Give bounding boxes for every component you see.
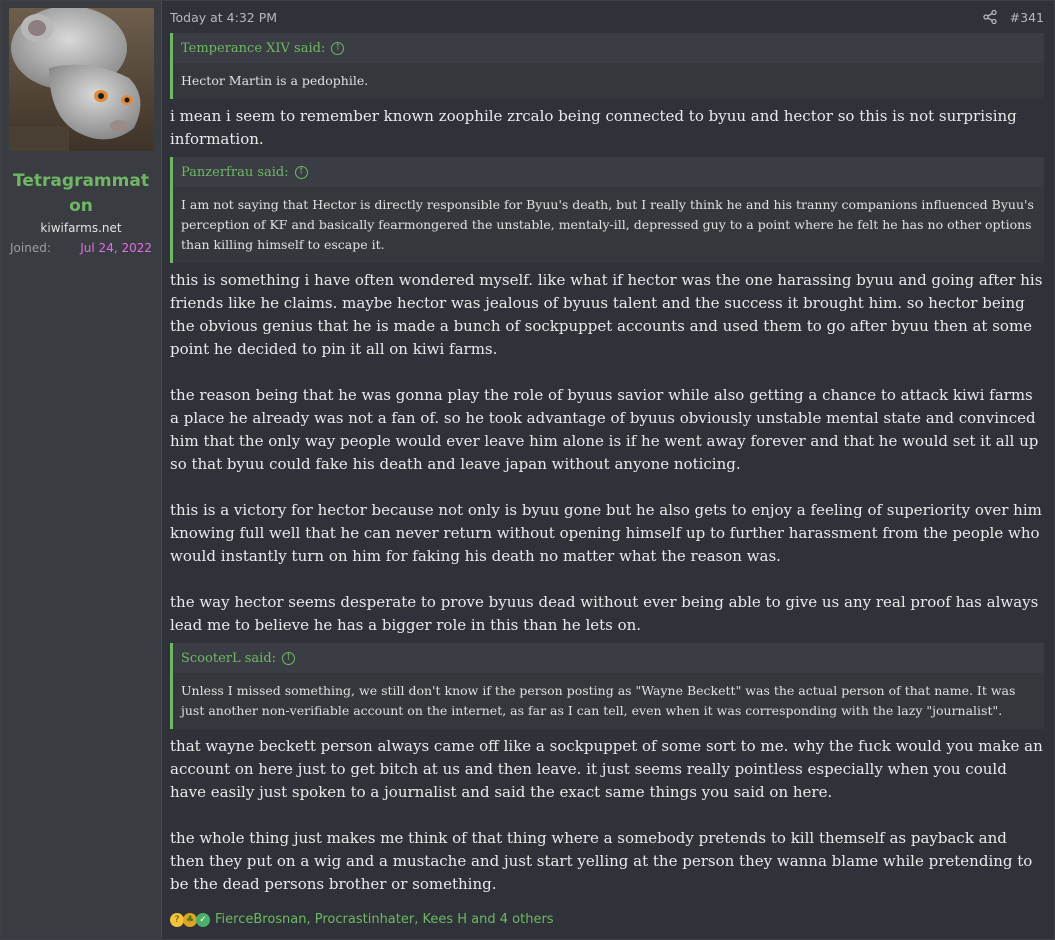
quote-header[interactable]: ScooterL said: ↑ <box>173 643 1044 673</box>
arrow-up-icon[interactable]: ↑ <box>331 42 345 55</box>
arrow-up-icon[interactable]: ↑ <box>294 166 308 179</box>
reply-paragraph: this is a victory for hector because not… <box>170 501 1042 565</box>
reply-paragraph: that wayne beckett person always came of… <box>170 737 1043 801</box>
quote-author[interactable]: Temperance XIV said: <box>181 41 325 56</box>
joined-row: Joined: Jul 24, 2022 <box>9 241 153 255</box>
reply-paragraph: the reason being that he was gonna play … <box>170 386 1039 473</box>
forum-post: Tetragrammaton kiwifarms.net Joined: Jul… <box>0 0 1055 940</box>
post-text: this is something i have often wondered … <box>170 269 1044 637</box>
reply-paragraph: the way hector seems desperate to prove … <box>170 593 1039 634</box>
reaction-icons[interactable]: ? ♣ ✓ <box>170 912 210 927</box>
share-icon[interactable] <box>982 9 998 25</box>
quote-body: Hector Martin is a pedophile. <box>173 63 1044 99</box>
quote-block: Panzerfrau said: ↑ I am not saying that … <box>170 157 1044 263</box>
reply-paragraph: i mean i seem to remember known zoophile… <box>170 107 1017 148</box>
post-timestamp[interactable]: Today at 4:32 PM <box>170 10 277 25</box>
post-text: that wayne beckett person always came of… <box>170 735 1044 896</box>
check-icon: ✓ <box>196 912 210 927</box>
quote-block: Temperance XIV said: ↑ Hector Martin is … <box>170 33 1044 99</box>
reaction-users-link[interactable]: FierceBrosnan, Procrastinhater, Kees H a… <box>215 912 554 927</box>
user-sidebar: Tetragrammaton kiwifarms.net Joined: Jul… <box>1 1 162 939</box>
quote-body: Unless I missed something, we still don'… <box>173 673 1044 729</box>
post-number-link[interactable]: #341 <box>1010 10 1044 25</box>
reply-paragraph: this is something i have often wondered … <box>170 271 1043 358</box>
arrow-up-icon[interactable]: ↑ <box>282 652 296 665</box>
post-text: i mean i seem to remember known zoophile… <box>170 105 1044 151</box>
reply-paragraph: the whole thing just makes me think of t… <box>170 829 1033 893</box>
avatar[interactable] <box>9 8 154 151</box>
joined-label: Joined: <box>10 241 51 255</box>
quote-author[interactable]: ScooterL said: <box>181 651 276 666</box>
thinking-face-icon: ? <box>170 912 184 927</box>
joined-date: Jul 24, 2022 <box>80 241 152 255</box>
reactions-bar[interactable]: ? ♣ ✓ FierceBrosnan, Procrastinhater, Ke… <box>170 912 554 927</box>
post-meta: Today at 4:32 PM #341 <box>170 1 1044 33</box>
quote-body: I am not saying that Hector is directly … <box>173 187 1044 263</box>
user-title: kiwifarms.net <box>40 221 122 235</box>
post-main: Today at 4:32 PM #341 Temperance XIV sai… <box>162 1 1054 939</box>
quote-author[interactable]: Panzerfrau said: <box>181 165 289 180</box>
quote-header[interactable]: Temperance XIV said: ↑ <box>173 33 1044 63</box>
pineapple-icon: ♣ <box>183 912 197 927</box>
quote-header[interactable]: Panzerfrau said: ↑ <box>173 157 1044 187</box>
username-link[interactable]: Tetragrammaton <box>9 169 153 219</box>
quote-block: ScooterL said: ↑ Unless I missed somethi… <box>170 643 1044 729</box>
avatar-image <box>9 8 154 151</box>
